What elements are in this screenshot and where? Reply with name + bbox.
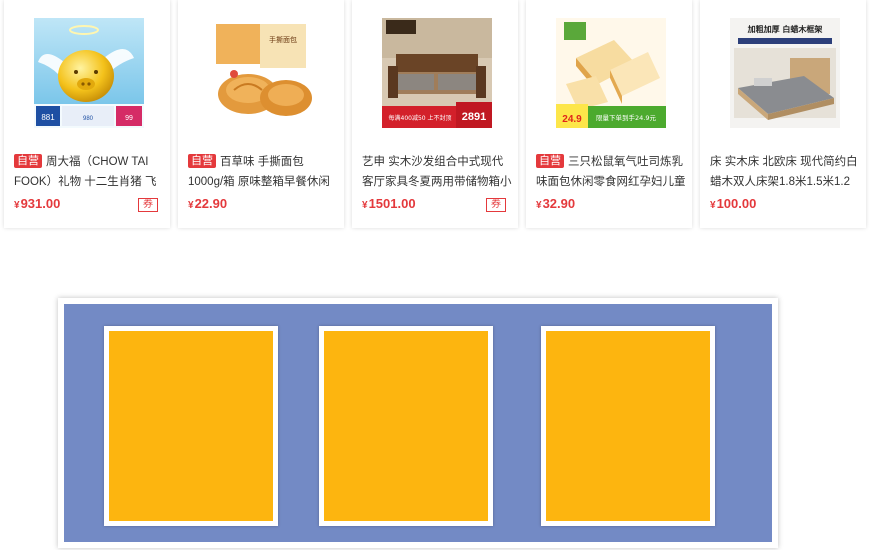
product-title[interactable]: 自营三只松鼠氧气吐司炼乳味面包休闲零食网红孕妇儿童手...: [536, 152, 686, 192]
product-price: ¥100.00: [710, 196, 757, 211]
svg-text:24.9: 24.9: [562, 114, 582, 125]
svg-text:手撕面包: 手撕面包: [269, 35, 297, 44]
product-title[interactable]: 自营周大福（CHOW TAI FOOK）礼物 十二生肖猪 飞天猪...: [14, 152, 164, 192]
product-image[interactable]: 手撕面包: [208, 18, 318, 128]
product-list: 881 980 99 自营 周大福（CHOW TAI FOOK）礼物 十二生肖猪 …: [4, 0, 872, 228]
product-title[interactable]: 自营百草味 手撕面包1000g/箱 原味整箱早餐休闲食品饼干...: [188, 152, 338, 192]
coupon-tag[interactable]: 券: [138, 198, 158, 212]
product-price: ¥22.90: [188, 196, 228, 211]
self-operated-badge: 自营: [14, 154, 42, 168]
product-image[interactable]: 881 980 99: [34, 18, 144, 128]
tile-placeholder: [324, 331, 488, 521]
self-operated-badge: 自营: [536, 154, 564, 168]
product-image[interactable]: 每满400减50 上不封顶 2891: [382, 18, 492, 128]
product-price: ¥32.90: [536, 196, 576, 211]
product-card[interactable]: 881 980 99 自营 周大福（CHOW TAI FOOK）礼物 十二生肖猪 …: [4, 0, 170, 228]
banner-tile[interactable]: [319, 326, 493, 526]
svg-text:每满400减50 上不封顶: 每满400减50 上不封顶: [389, 114, 452, 122]
sofa-icon: 每满400减50 上不封顶 2891: [382, 18, 492, 128]
product-image[interactable]: 加粗加厚 白蜡木框架: [730, 18, 840, 128]
banner-tile[interactable]: [541, 326, 715, 526]
product-title[interactable]: 艺申 实木沙发组合中式现代客厅家具冬夏两用带储物箱小户...: [362, 152, 512, 192]
product-title[interactable]: 床 实木床 北欧床 现代简约白蜡木双人床架1.8米1.5米1.2米双...: [710, 152, 860, 192]
svg-text:99: 99: [125, 115, 133, 122]
coupon-tag[interactable]: 券: [486, 198, 506, 212]
product-card[interactable]: 加粗加厚 白蜡木框架 床 实木床 北欧床 现代简约白蜡木双人床架1.8米1.5米…: [700, 0, 866, 228]
tile-placeholder: [109, 331, 273, 521]
tile-placeholder: [546, 331, 710, 521]
toast-icon: 24.9 限量下单到手24.9元: [556, 18, 666, 128]
svg-text:2891: 2891: [462, 111, 486, 123]
gold-pig-icon: 881 980 99: [34, 18, 144, 128]
product-card[interactable]: 每满400减50 上不封顶 2891 艺申 实木沙发组合中式现代客厅家具冬夏两用…: [352, 0, 518, 228]
self-operated-badge: 自营: [188, 154, 216, 168]
product-image[interactable]: 24.9 限量下单到手24.9元: [556, 18, 666, 128]
product-price: ¥931.00: [14, 196, 61, 211]
banner-tile[interactable]: [104, 326, 278, 526]
product-card[interactable]: 24.9 限量下单到手24.9元 自营 三只松鼠氧气吐司炼乳味面包休闲零食网红孕妇…: [526, 0, 692, 228]
svg-text:980: 980: [83, 116, 94, 122]
bread-icon: 手撕面包: [208, 18, 318, 128]
svg-text:加粗加厚 白蜡木框架: 加粗加厚 白蜡木框架: [747, 24, 823, 34]
product-card[interactable]: 手撕面包 自营百草味 手撕面包1000g/箱 原味整箱早餐休闲食品饼干... ¥…: [178, 0, 344, 228]
promo-banner: [64, 304, 772, 542]
svg-text:881: 881: [41, 113, 55, 122]
bed-icon: 加粗加厚 白蜡木框架: [730, 18, 840, 128]
svg-text:限量下单到手24.9元: 限量下单到手24.9元: [596, 113, 656, 122]
product-price: ¥1501.00: [362, 196, 416, 211]
